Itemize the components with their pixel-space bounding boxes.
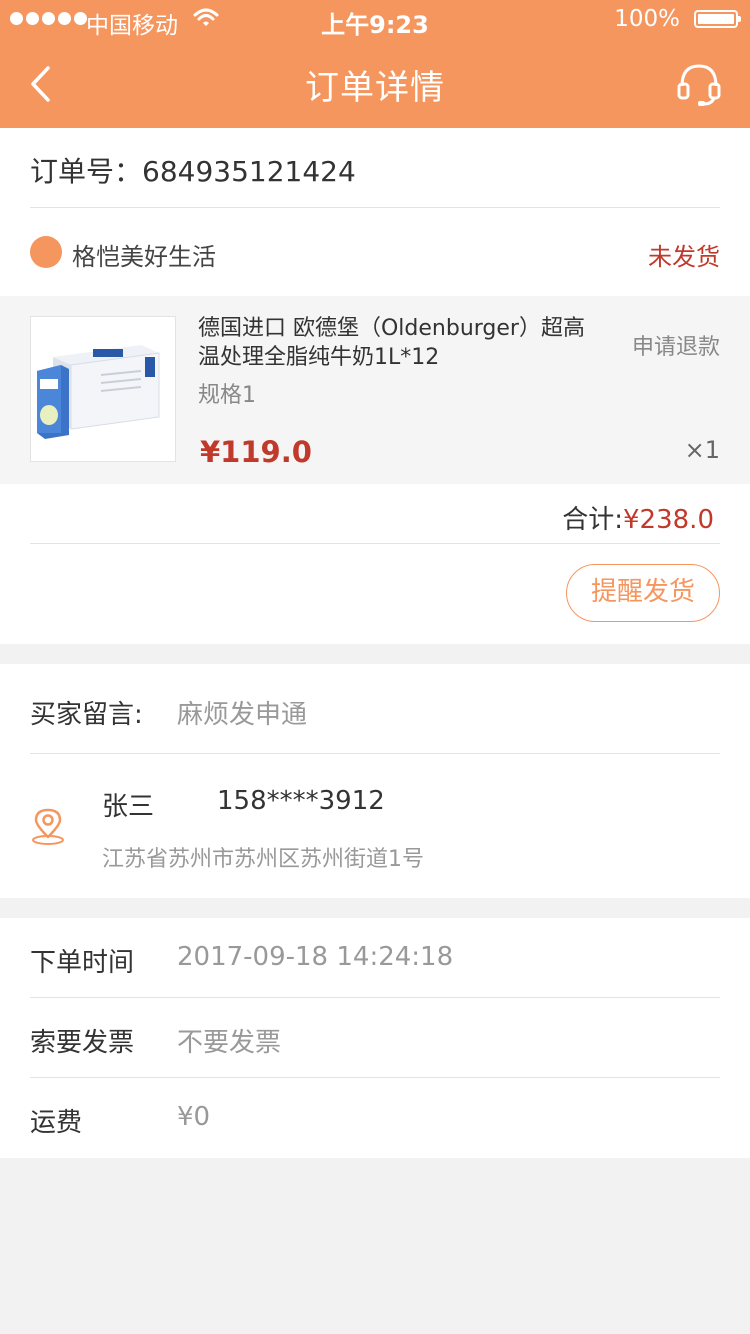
battery-percent: 100% <box>614 6 680 32</box>
order-info-card: 下单时间 2017-09-18 14:24:18 索要发票 不要发票 运费 ¥0 <box>0 918 750 1158</box>
product-price: ¥119.0 <box>200 435 312 469</box>
invoice-label: 索要发票 <box>30 1028 135 1058</box>
battery-icon <box>694 10 741 28</box>
product-item[interactable]: 德国进口 欧德堡（Oldenburger）超高温处理全脂纯牛奶1L*12 规格1… <box>0 296 750 484</box>
order-total: 合计:¥238.0 <box>562 499 714 536</box>
product-image <box>30 316 176 462</box>
order-time-value: 2017-09-18 14:24:18 <box>177 942 454 972</box>
product-quantity: ×1 <box>684 436 720 464</box>
shop-name[interactable]: 格恺美好生活 <box>72 237 216 272</box>
total-amount: ¥238.0 <box>623 505 714 535</box>
shipping-fee-value: ¥0 <box>177 1102 211 1132</box>
order-number: 订单号：684935121424 <box>30 155 356 188</box>
divider <box>30 1077 720 1078</box>
refund-button[interactable]: 申请退款 <box>632 329 720 361</box>
remind-shipping-button[interactable]: 提醒发货 <box>566 564 720 622</box>
invoice-value: 不要发票 <box>177 1028 282 1058</box>
status-bar: 中国移动 上午9:23 100% <box>0 0 750 40</box>
total-label: 合计: <box>562 505 624 535</box>
buyer-message-label: 买家留言: <box>30 700 143 730</box>
shipping-fee-label: 运费 <box>30 1108 83 1138</box>
product-title: 德国进口 欧德堡（Oldenburger）超高温处理全脂纯牛奶1L*12 <box>198 316 585 370</box>
receiver-phone: 158****3912 <box>217 786 385 816</box>
app-header: 中国移动 上午9:23 100% 订单详情 <box>0 0 750 128</box>
nav-bar: 订单详情 <box>0 40 750 128</box>
receiver-address: 江苏省苏州市苏州区苏州街道1号 <box>102 847 424 872</box>
shop-logo-icon <box>30 236 62 268</box>
product-spec: 规格1 <box>198 383 256 408</box>
divider <box>30 543 720 544</box>
divider <box>30 207 720 208</box>
receiver-name: 张三 <box>102 792 155 822</box>
customer-service-icon[interactable] <box>676 60 722 108</box>
page-title: 订单详情 <box>305 68 445 108</box>
divider <box>30 997 720 998</box>
buyer-message-value: 麻烦发申通 <box>177 700 308 730</box>
divider <box>30 753 720 754</box>
location-pin-icon <box>32 808 64 845</box>
order-time-label: 下单时间 <box>30 948 135 978</box>
order-card: 订单号：684935121424 格恺美好生活 未发货 德国进口 欧德堡（Old… <box>0 128 750 644</box>
receiver-card: 买家留言: 麻烦发申通 张三 158****3912 江苏省苏州市苏州区苏州街道… <box>0 664 750 898</box>
order-status-badge: 未发货 <box>648 243 720 271</box>
